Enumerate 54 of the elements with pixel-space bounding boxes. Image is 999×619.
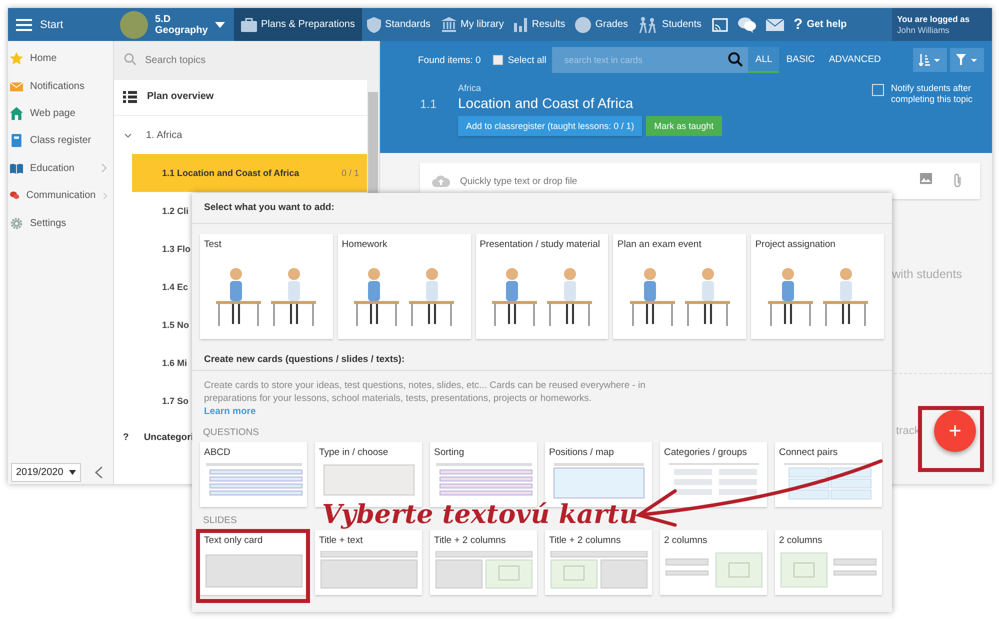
level-tab[interactable]: BASIC [779,47,822,73]
topic-item[interactable]: 1.1 Location and Coast of Africa 0 / 1 [132,154,367,192]
topic-number: 1.1 [420,97,438,111]
nav-tab[interactable]: Standards [362,8,436,41]
sidebar-item[interactable]: Home [8,45,113,72]
nav-tab[interactable]: Grades [570,8,634,41]
slide-type-card[interactable]: Title + 2 columns [545,530,652,595]
nav-tab[interactable]: ? Get help [788,8,852,41]
activity-card[interactable]: Presentation / study material [476,234,608,339]
slide-type-card[interactable]: Title + text [315,530,422,595]
nav-tab[interactable]: Results [508,8,570,41]
user-name: John Williams [897,24,950,36]
question-type-card[interactable]: Categories / groups [660,442,767,507]
class-selector[interactable]: 5.D Geography [114,8,234,41]
nav-tab[interactable]: Students [633,8,707,41]
found-count: Found items: 0 [418,54,481,66]
slide-type-card[interactable]: 2 columns [775,530,882,595]
slide-type-card[interactable]: Title + 2 columns [430,530,537,595]
nav-tab[interactable]: Plans & Preparations [234,8,362,41]
popup-heading: Select what you want to add: [192,193,892,224]
activity-card[interactable]: Homework [338,234,471,339]
questions-label: QUESTIONS [203,427,260,438]
activity-card[interactable]: Project assignation [751,234,884,339]
topic-title: Location and Coast of Africa [458,95,634,111]
sidebar-item[interactable]: Notifications [8,72,113,100]
sidebar-item[interactable]: Communication [8,182,113,210]
plan-overview-item[interactable]: Plan overview [114,78,367,116]
cards-heading: Create new cards (questions / slides / texts): [192,354,892,371]
activity-card[interactable]: Plan an exam event [613,234,746,339]
sidebar-item[interactable]: Class register [8,127,113,155]
topic-search-field[interactable]: Search topics [114,41,379,80]
slide-type-card[interactable]: Text only card [200,530,307,595]
slide-type-card[interactable]: 2 columns [660,530,767,595]
add-button[interactable]: + [934,410,976,452]
nav-tab[interactable]: My library [436,8,509,41]
sidebar-item[interactable]: Education [8,154,113,182]
slides-label: SLIDES [203,515,238,526]
question-type-card[interactable]: Connect pairs [775,442,882,507]
notify-checkbox[interactable]: Notify students after completing this topic [872,75,984,153]
year-select[interactable]: 2019/2020 [11,463,82,482]
card-search-field[interactable]: search text in cards [552,47,748,73]
sidebar-item[interactable]: Settings [8,209,113,237]
level-tab[interactable]: ADVANCED [822,47,888,73]
sidebar-item[interactable]: Web page [8,100,113,128]
breadcrumb: Africa [458,83,482,93]
cards-description: Create cards to store your ideas, test questions, notes, slides, etc... Cards can be reused everywhere - in preparations for your lessons, school materials, tests, presentations, projects or homeworks. Learn more [204,379,646,418]
start-button[interactable]: Start [8,8,114,41]
activity-card[interactable]: Test [200,234,333,339]
topic-group[interactable]: 1. Africa [114,116,367,154]
level-tab[interactable]: ALL [748,47,780,73]
question-type-card[interactable]: ABCD [200,442,307,507]
select-all-checkbox[interactable]: Select all [492,54,546,66]
empty-hint-text: with students [892,267,962,281]
user-caption: You are logged as [897,14,971,24]
